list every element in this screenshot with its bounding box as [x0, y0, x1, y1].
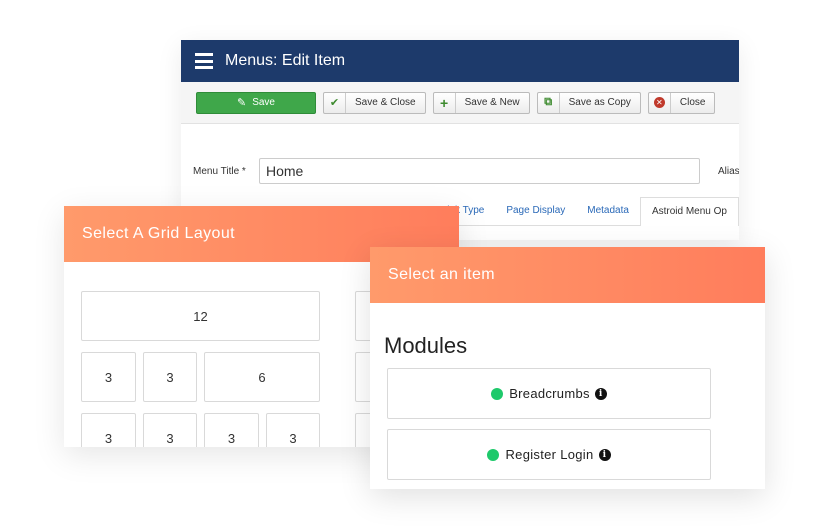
save-button[interactable]: ✎ Save — [196, 91, 316, 114]
module-breadcrumbs[interactable]: Breadcrumbs i — [387, 368, 711, 419]
plus-icon: + — [434, 92, 456, 113]
toolbar: ✎ Save ✔ Save & Close + Save & New ⧉ Sav… — [181, 82, 739, 124]
module-register-login[interactable]: Register Login i — [387, 429, 711, 480]
grid-option-3[interactable]: 3 — [81, 413, 136, 447]
module-label: Register Login — [505, 447, 594, 462]
grid-option-3[interactable]: 3 — [81, 352, 136, 402]
tab-astroid-menu-options[interactable]: Astroid Menu Op — [639, 197, 739, 226]
alias-label: Alias — [718, 165, 739, 177]
select-item-card: Select an item Modules Breadcrumbs i Reg… — [370, 247, 765, 489]
menu-title-row: Menu Title * Home Alias — [193, 158, 739, 184]
status-dot-icon — [491, 387, 504, 400]
grid-option-3[interactable]: 3 — [204, 413, 259, 447]
edit-icon: ✎ — [236, 97, 247, 109]
info-icon[interactable]: i — [594, 387, 607, 400]
admin-header: Menus: Edit Item — [181, 40, 739, 82]
page-title: Menus: Edit Item — [225, 52, 346, 69]
grid-option-3[interactable]: 3 — [143, 413, 197, 447]
tab-metadata[interactable]: Metadata — [576, 205, 640, 225]
grid-option-3[interactable]: 3 — [266, 413, 320, 447]
grid-option-6[interactable]: 6 — [204, 352, 320, 402]
close-icon: ✕ — [649, 92, 671, 113]
copy-icon: ⧉ — [538, 92, 560, 113]
grid-option-12[interactable]: 12 — [81, 291, 320, 341]
tab-page-display[interactable]: Page Display — [495, 205, 576, 225]
save-copy-button[interactable]: ⧉ Save as Copy — [536, 91, 641, 114]
list-menu-icon — [195, 53, 213, 69]
save-new-button[interactable]: + Save & New — [432, 91, 530, 114]
module-label: Breadcrumbs — [509, 386, 590, 401]
info-icon[interactable]: i — [598, 448, 611, 461]
menu-title-label: Menu Title * — [193, 165, 246, 177]
check-icon: ✔ — [324, 92, 346, 113]
modules-heading: Modules — [384, 333, 468, 358]
save-close-button[interactable]: ✔ Save & Close — [323, 91, 426, 114]
status-dot-icon — [487, 448, 500, 461]
item-card-header: Select an item — [370, 247, 765, 303]
menu-title-input[interactable]: Home — [259, 158, 700, 184]
close-button[interactable]: ✕ Close — [647, 91, 716, 114]
grid-option-3[interactable]: 3 — [143, 352, 197, 402]
